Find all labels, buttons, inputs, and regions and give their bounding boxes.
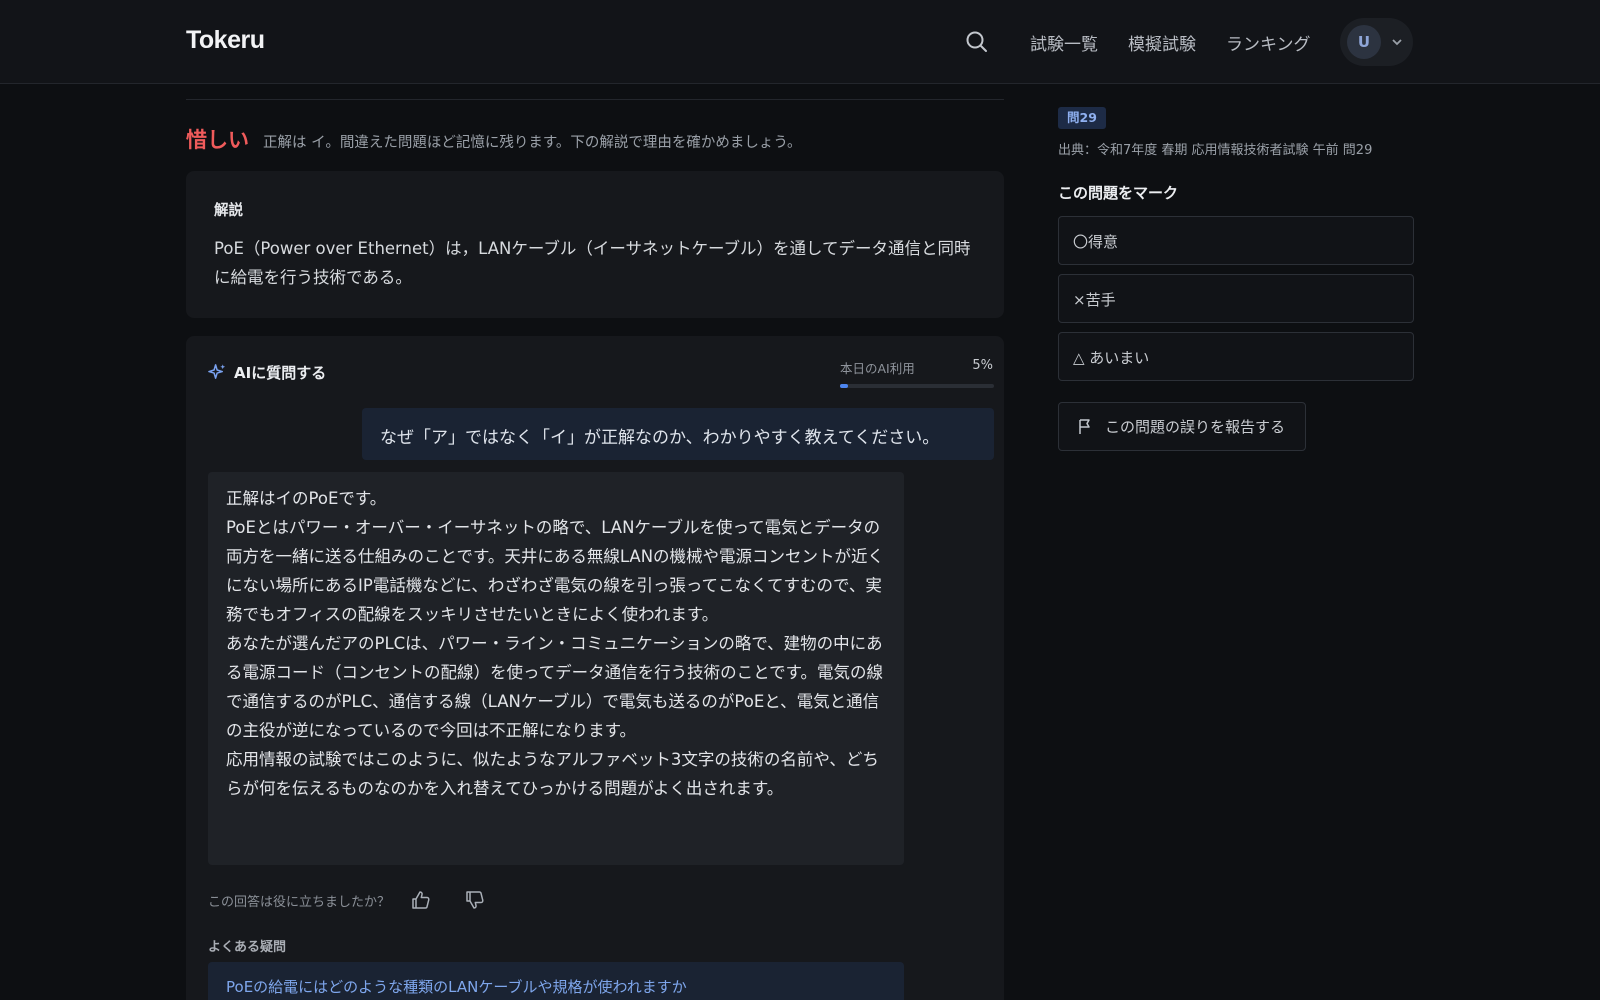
avatar: U — [1347, 25, 1381, 59]
ai-answer-paragraph: あなたが選んだアのPLCは、パワー・ライン・コミュニケーションの略で、建物の中に… — [226, 634, 884, 740]
top-navigation-bar: Tokeru 試験一覧 模擬試験 ランキング U — [0, 0, 1600, 84]
result-feedback: 惜しい 正解は イ。間違えた問題ほど記憶に残ります。下の解説で理由を確かめましょ… — [186, 124, 802, 154]
report-error-button[interactable]: この問題の誤りを報告する — [1058, 402, 1306, 451]
ai-question-card: AIに質問する 本日のAI利用 5% なぜ「ア」ではなく「イ」が正解なのか、わか… — [186, 336, 1004, 1000]
ai-answer-bubble: 正解はイのPoEです。 PoEとはパワー・オーバー・イーサネットの略で、LANケ… — [208, 472, 904, 865]
mark-strong-button[interactable]: 〇得意 — [1058, 216, 1414, 265]
ai-usage-percent: 5% — [972, 358, 993, 373]
ai-usage-progress-fill — [840, 384, 848, 388]
chevron-down-icon — [1392, 39, 1402, 46]
nav-mock-exam[interactable]: 模擬試験 — [1128, 30, 1196, 55]
ai-usage-label: 本日のAI利用 — [840, 361, 915, 376]
user-menu-button[interactable]: U — [1340, 18, 1413, 66]
question-number-badge: 問29 — [1058, 107, 1106, 129]
feedback-prompt: この回答は役に立ちましたか？ — [208, 894, 391, 910]
thumbs-down-icon[interactable] — [464, 889, 486, 911]
ai-answer-paragraph: 応用情報の試験ではこのように、似たようなアルファベット3文字の技術の名前や、どち… — [226, 750, 879, 798]
explanation-body: PoE（Power over Ethernet）は，LANケーブル（イーサネット… — [214, 239, 971, 287]
user-question-bubble: なぜ「ア」ではなく「イ」が正解なのか、わかりやすく教えてください。 — [362, 408, 994, 460]
explanation-title: 解説 — [214, 203, 243, 219]
divider — [186, 99, 1004, 100]
question-source: 出典：令和7年度 春期 応用情報技術者試験 午前 問29 — [1058, 143, 1373, 158]
ai-answer-paragraph: 正解はイのPoEです。 — [226, 489, 387, 508]
report-error-label: この問題の誤りを報告する — [1105, 418, 1286, 436]
flag-icon — [1079, 419, 1090, 434]
thumbs-up-icon[interactable] — [410, 889, 432, 911]
app-logo[interactable]: Tokeru — [186, 26, 265, 55]
mark-section-title: この問題をマーク — [1058, 184, 1179, 202]
sparkle-icon — [208, 364, 226, 379]
search-icon[interactable] — [964, 29, 990, 55]
faq-item[interactable]: PoEの給電にはどのような種類のLANケーブルや規格が使われますか — [208, 962, 904, 1000]
ai-header: AIに質問する — [208, 362, 326, 383]
ai-answer-paragraph: PoEとはパワー・オーバー・イーサネットの略で、LANケーブルを使って電気とデー… — [226, 518, 885, 624]
faq-label: よくある疑問 — [208, 940, 287, 955]
result-label: 惜しい — [186, 128, 249, 152]
explanation-card: 解説 PoE（Power over Ethernet）は，LANケーブル（イーサ… — [186, 171, 1004, 318]
nav-ranking[interactable]: ランキング — [1226, 30, 1311, 55]
result-message: 正解は イ。間違えた問題ほど記憶に残ります。下の解説で理由を確かめましょう。 — [263, 135, 802, 151]
nav-exam-list[interactable]: 試験一覧 — [1030, 30, 1098, 55]
mark-unsure-button[interactable]: △ あいまい — [1058, 332, 1414, 381]
answer-feedback: この回答は役に立ちましたか？ — [208, 889, 518, 911]
ai-title: AIに質問する — [234, 364, 327, 382]
mark-weak-button[interactable]: ×苦手 — [1058, 274, 1414, 323]
ai-usage-progress-bar — [840, 384, 994, 388]
